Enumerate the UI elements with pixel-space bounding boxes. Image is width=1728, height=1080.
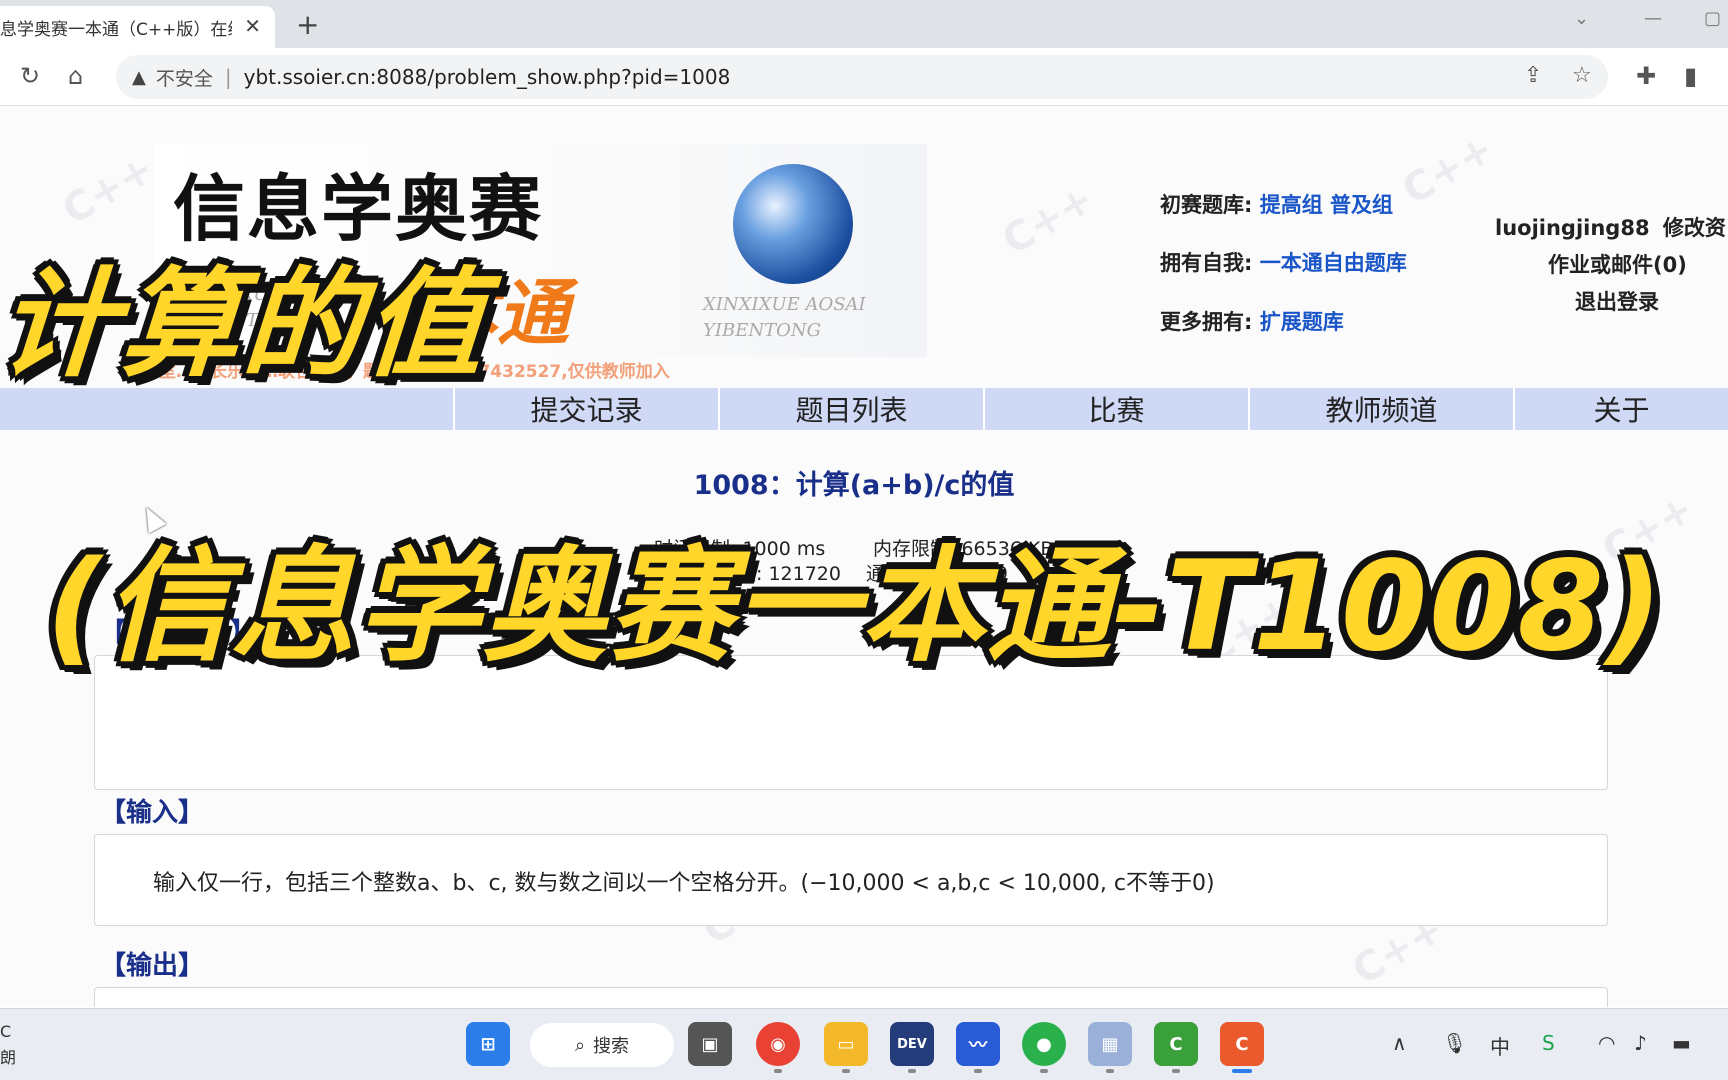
start-icon[interactable]: ⊞ <box>466 1022 510 1066</box>
problem-title: 1008：计算(a+b)/c的值 <box>693 470 1015 501</box>
tab-title: 息学奥赛一本通（C++版）在线 <box>0 19 232 40</box>
search-icon: ⌕ <box>574 1034 586 1056</box>
battery-icon[interactable]: ▬ <box>1672 1031 1691 1055</box>
input-box: 输入仅一行，包括三个整数a、b、c, 数与数之间以一个空格分开。(−10,000… <box>94 834 1608 926</box>
new-tab-button[interactable]: + <box>296 8 319 41</box>
link-row-1: 初赛题库: 提高组 普及组 <box>1160 189 1393 219</box>
browser-tab[interactable]: 息学奥赛一本通（C++版）在线 ✕ <box>0 6 275 48</box>
sidepanel-icon[interactable]: ▮ <box>1684 62 1697 90</box>
nav-item-contest[interactable]: 比赛 <box>985 388 1250 430</box>
task-view-icon[interactable]: ▣ <box>688 1022 732 1066</box>
link-free-bank[interactable]: 一本通自由题库 <box>1260 251 1407 275</box>
address-bar[interactable]: ▲ 不安全 | ybt.ssoier.cn:8088/problem_show.… <box>116 55 1608 99</box>
windows-taskbar: C 朗 ⊞ ⌕ 搜索 ▣ ◉ ▭ DEV 〰 ● ▦ C C ∧ 🎙 中 S ◠… <box>0 1008 1728 1080</box>
active-indicator <box>1232 1069 1252 1073</box>
home-icon[interactable]: ⌂ <box>68 62 83 90</box>
link-label: 拥有自我: <box>1160 251 1253 275</box>
overlay-caption-main: (信息学奥赛一本通-T1008) <box>46 535 1665 679</box>
browser-tab-strip: 息学奥赛一本通（C++版）在线 ✕ + ⌄ — ▢ <box>0 0 1728 48</box>
file-explorer-icon[interactable]: ▭ <box>824 1022 868 1066</box>
output-header: 【输出】 <box>100 951 205 981</box>
running-indicator <box>1106 1069 1114 1073</box>
taskbar-search[interactable]: ⌕ 搜索 <box>530 1023 674 1067</box>
weather-widget[interactable]: C 朗 <box>0 1019 16 1071</box>
nav-item-submissions[interactable]: 提交记录 <box>455 388 720 430</box>
user-row: luojingjing88 修改资 <box>1495 212 1726 242</box>
mail-link[interactable]: 作业或邮件(0) <box>1548 249 1687 279</box>
running-indicator <box>1040 1069 1048 1073</box>
edit-profile-link[interactable]: 修改资 <box>1663 216 1726 240</box>
link-row-3: 更多拥有: 扩展题库 <box>1160 306 1344 336</box>
close-icon[interactable]: ✕ <box>244 14 261 38</box>
star-icon[interactable]: ☆ <box>1572 63 1592 88</box>
running-indicator <box>1172 1069 1180 1073</box>
weather-temp: C <box>0 1022 12 1041</box>
watermark: C++ <box>1394 125 1502 215</box>
whiteboard-icon[interactable]: 〰 <box>956 1022 1000 1066</box>
wechat-icon[interactable]: ● <box>1022 1022 1066 1066</box>
recorder-icon[interactable]: C <box>1220 1022 1264 1066</box>
link-label: 更多拥有: <box>1160 310 1253 334</box>
running-indicator <box>974 1069 982 1073</box>
chevron-up-icon[interactable]: ∧ <box>1392 1031 1407 1055</box>
search-label: 搜索 <box>593 1036 630 1057</box>
nav-item-teacher[interactable]: 教师频道 <box>1250 388 1515 430</box>
weather-condition: 朗 <box>0 1048 17 1067</box>
banner-pinyin-right: XINXIXUE AOSAI YIBENTONG <box>703 294 866 341</box>
warning-icon: ▲ <box>132 66 146 88</box>
running-indicator <box>842 1069 850 1073</box>
volume-icon[interactable]: ♪ <box>1634 1031 1647 1055</box>
ime-indicator[interactable]: 中 <box>1490 1031 1510 1060</box>
link-row-2: 拥有自我: 一本通自由题库 <box>1160 247 1407 277</box>
sogou-icon[interactable]: S <box>1542 1031 1555 1055</box>
separator: | <box>224 65 232 89</box>
input-header: 【输入】 <box>100 798 205 828</box>
dev-cpp-icon[interactable]: DEV <box>890 1022 934 1066</box>
chevron-down-icon[interactable]: ⌄ <box>1574 8 1589 29</box>
camtasia-icon[interactable]: C <box>1154 1022 1198 1066</box>
share-icon[interactable]: ⇪ <box>1524 63 1542 88</box>
url-text[interactable]: ybt.ssoier.cn:8088/problem_show.php?pid=… <box>244 65 731 89</box>
nav-item-about[interactable]: 关于 <box>1515 388 1728 430</box>
microphone-icon[interactable]: 🎙 <box>1442 1031 1467 1055</box>
output-box <box>94 987 1608 1007</box>
logout-link[interactable]: 退出登录 <box>1575 286 1659 316</box>
reload-icon[interactable]: ↻ <box>20 62 40 90</box>
maximize-icon[interactable]: ▢ <box>1704 8 1721 29</box>
running-indicator <box>774 1069 782 1073</box>
link-label: 初赛题库: <box>1160 193 1253 217</box>
link-popular[interactable]: 普及组 <box>1330 193 1393 217</box>
running-indicator <box>908 1069 916 1073</box>
extensions-icon[interactable]: ✚ <box>1636 62 1656 90</box>
globe-icon <box>733 164 853 284</box>
link-extended-bank[interactable]: 扩展题库 <box>1260 310 1344 334</box>
app-icon[interactable]: ▦ <box>1088 1022 1132 1066</box>
wifi-icon[interactable]: ◠ <box>1598 1031 1615 1055</box>
watermark: C++ <box>54 145 162 235</box>
username[interactable]: luojingjing88 <box>1495 216 1650 240</box>
chrome-icon[interactable]: ◉ <box>756 1022 800 1066</box>
insecure-label: 不安全 <box>155 67 213 90</box>
browser-toolbar: ↻ ⌂ ▲ 不安全 | ybt.ssoier.cn:8088/problem_s… <box>0 48 1728 106</box>
input-text: 输入仅一行，包括三个整数a、b、c, 数与数之间以一个空格分开。(−10,000… <box>153 871 1215 896</box>
watermark: C++ <box>994 175 1102 265</box>
nav-item-problems[interactable]: 题目列表 <box>720 388 985 430</box>
link-advanced[interactable]: 提高组 <box>1260 193 1323 217</box>
overlay-caption-top: 计算的值 <box>0 255 493 393</box>
minimize-icon[interactable]: — <box>1644 8 1662 29</box>
